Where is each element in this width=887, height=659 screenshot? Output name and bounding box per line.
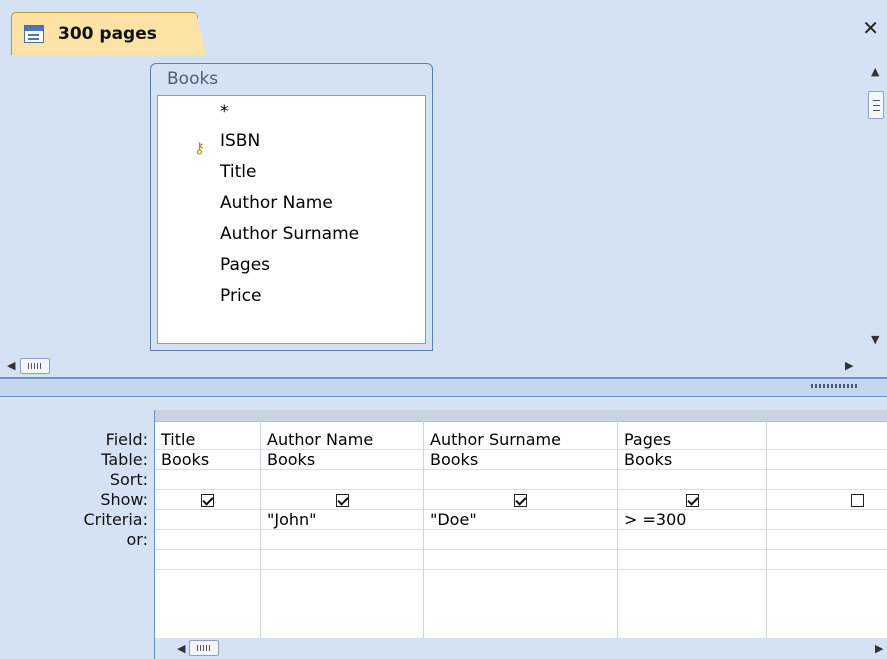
show-checkbox[interactable] <box>201 494 214 507</box>
field-author-name[interactable]: Author Name <box>158 188 425 219</box>
vertical-scroll-thumb[interactable] <box>868 91 884 119</box>
cell-empty[interactable] <box>424 550 617 570</box>
field-label: ISBN <box>220 131 261 151</box>
field-list: * ⚷ ISBN Title Author Name Author Surnam… <box>157 95 426 344</box>
tab-ear <box>196 12 206 55</box>
field-author-surname[interactable]: Author Surname <box>158 219 425 250</box>
scroll-up-icon[interactable]: ▲ <box>871 65 879 78</box>
horizontal-scroll-thumb[interactable] <box>20 358 50 374</box>
cell-show <box>618 490 766 510</box>
scroll-down-icon[interactable]: ▼ <box>871 333 879 346</box>
cell-show <box>261 490 423 510</box>
horizontal-scroll-thumb[interactable] <box>189 640 219 656</box>
cell-sort[interactable] <box>424 470 617 490</box>
cell-field[interactable] <box>767 430 887 450</box>
cell-field[interactable]: Author Name <box>261 430 423 450</box>
field-all[interactable]: * <box>158 102 425 126</box>
grid-horizontal-scrollbar[interactable]: ◀ ▶ <box>154 638 887 659</box>
tab-strip: 300 pages ✕ <box>0 0 887 55</box>
cell-show <box>155 490 260 510</box>
cell-field[interactable]: Author Surname <box>424 430 617 450</box>
cell-empty[interactable] <box>767 550 887 570</box>
show-checkbox[interactable] <box>851 494 864 507</box>
column-selector[interactable] <box>261 410 423 422</box>
table-name[interactable]: Books <box>151 64 432 94</box>
cell-show <box>767 490 887 510</box>
cell-empty[interactable] <box>618 550 766 570</box>
close-icon[interactable]: ✕ <box>862 18 879 38</box>
cell-criteria[interactable] <box>767 510 887 530</box>
cell-sort[interactable] <box>261 470 423 490</box>
grid-column: Pages Books > =300 <box>618 410 767 638</box>
cell-criteria[interactable]: "Doe" <box>424 510 617 530</box>
cell-or[interactable] <box>424 530 617 550</box>
upper-horizontal-scrollbar[interactable]: ◀ ▶ <box>0 355 887 377</box>
cell-sort[interactable] <box>618 470 766 490</box>
row-label-sort: Sort: <box>109 470 148 489</box>
show-checkbox[interactable] <box>514 494 527 507</box>
pane-splitter[interactable] <box>0 377 887 397</box>
cell-or[interactable] <box>618 530 766 550</box>
cell-criteria[interactable]: "John" <box>261 510 423 530</box>
cell-table[interactable]: Books <box>155 450 260 470</box>
cell-empty[interactable] <box>155 550 260 570</box>
row-labels: Field: Table: Sort: Show: Criteria: or: <box>0 427 148 550</box>
cell-table[interactable]: Books <box>424 450 617 470</box>
field-title[interactable]: Title <box>158 157 425 188</box>
cell-empty[interactable] <box>261 550 423 570</box>
cell-sort[interactable] <box>155 470 260 490</box>
grid-column: Author Name Books "John" <box>261 410 424 638</box>
row-label-field: Field: <box>105 430 148 449</box>
cell-sort[interactable] <box>767 470 887 490</box>
cell-or[interactable] <box>767 530 887 550</box>
column-selector[interactable] <box>767 410 887 422</box>
row-label-criteria: Criteria: <box>83 510 148 529</box>
cell-or[interactable] <box>261 530 423 550</box>
tab-title: 300 pages <box>58 24 157 44</box>
upper-vertical-scrollbar[interactable]: ▲ ▼ <box>866 55 887 355</box>
cell-field[interactable]: Pages <box>618 430 766 450</box>
show-checkbox[interactable] <box>335 494 349 507</box>
table-pane: Books * ⚷ ISBN Title Author Name Author … <box>0 55 887 355</box>
grid-column <box>767 410 887 638</box>
field-isbn[interactable]: ⚷ ISBN <box>158 126 425 157</box>
grid-column: Title Books <box>155 410 261 638</box>
row-label-show: Show: <box>100 490 148 509</box>
column-selector[interactable] <box>618 410 766 422</box>
scroll-right-icon[interactable]: ▶ <box>875 642 883 655</box>
table-field-list[interactable]: Books * ⚷ ISBN Title Author Name Author … <box>150 63 433 351</box>
cell-or[interactable] <box>155 530 260 550</box>
cell-show <box>424 490 617 510</box>
show-checkbox[interactable] <box>685 494 699 507</box>
cell-field[interactable]: Title <box>155 430 260 450</box>
design-grid-pane: Field: Table: Sort: Show: Criteria: or: … <box>0 397 887 659</box>
scroll-left-icon[interactable]: ◀ <box>177 642 185 655</box>
scroll-right-icon[interactable]: ▶ <box>845 359 853 372</box>
design-grid: Title Books Author Name Books "John" Aut… <box>154 410 887 638</box>
field-pages[interactable]: Pages <box>158 250 425 281</box>
column-selector[interactable] <box>155 410 260 422</box>
query-icon <box>24 25 44 43</box>
grid-column: Author Surname Books "Doe" <box>424 410 618 638</box>
cell-table[interactable]: Books <box>618 450 766 470</box>
row-label-table: Table: <box>101 450 148 469</box>
cell-criteria[interactable] <box>155 510 260 530</box>
row-label-or: or: <box>126 530 148 549</box>
cell-table[interactable]: Books <box>261 450 423 470</box>
field-price[interactable]: Price <box>158 281 425 312</box>
cell-criteria[interactable]: > =300 <box>618 510 766 530</box>
column-selector[interactable] <box>424 410 617 422</box>
scroll-left-icon[interactable]: ◀ <box>7 359 15 372</box>
query-tab[interactable]: 300 pages <box>11 12 198 55</box>
cell-table[interactable] <box>767 450 887 470</box>
splitter-grip-icon[interactable] <box>811 384 857 388</box>
